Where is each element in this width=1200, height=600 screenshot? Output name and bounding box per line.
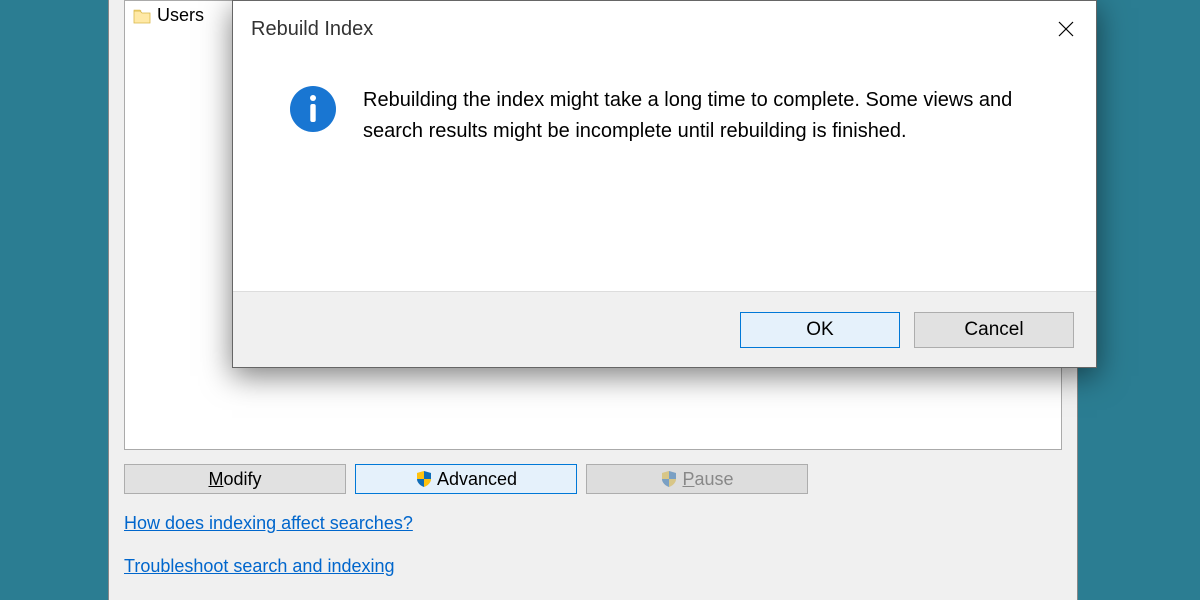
list-item-label: Users [157, 5, 204, 26]
dialog-message: Rebuilding the index might take a long t… [363, 85, 1064, 291]
uac-shield-icon [660, 470, 678, 488]
advanced-label: Advanced [437, 469, 517, 490]
info-icon [289, 85, 337, 133]
cancel-button[interactable]: Cancel [914, 312, 1074, 348]
dialog-body: Rebuilding the index might take a long t… [233, 57, 1096, 291]
modify-button[interactable]: Modify [124, 464, 346, 494]
advanced-button[interactable]: Advanced [355, 464, 577, 494]
dialog-title: Rebuild Index [251, 18, 373, 41]
button-row: Modify Advanced [124, 464, 808, 494]
uac-shield-icon [415, 470, 433, 488]
close-icon [1058, 21, 1074, 37]
link-troubleshoot-indexing[interactable]: Troubleshoot search and indexing [124, 556, 395, 577]
ok-button[interactable]: OK [740, 312, 900, 348]
close-button[interactable] [1036, 1, 1096, 57]
pause-button: Pause [586, 464, 808, 494]
link-indexing-affect-searches[interactable]: How does indexing affect searches? [124, 513, 413, 534]
dialog-titlebar: Rebuild Index [233, 1, 1096, 57]
folder-icon [133, 8, 151, 24]
dialog-footer: OK Cancel [233, 291, 1096, 367]
rebuild-index-dialog: Rebuild Index Rebuilding the index might… [232, 0, 1097, 368]
